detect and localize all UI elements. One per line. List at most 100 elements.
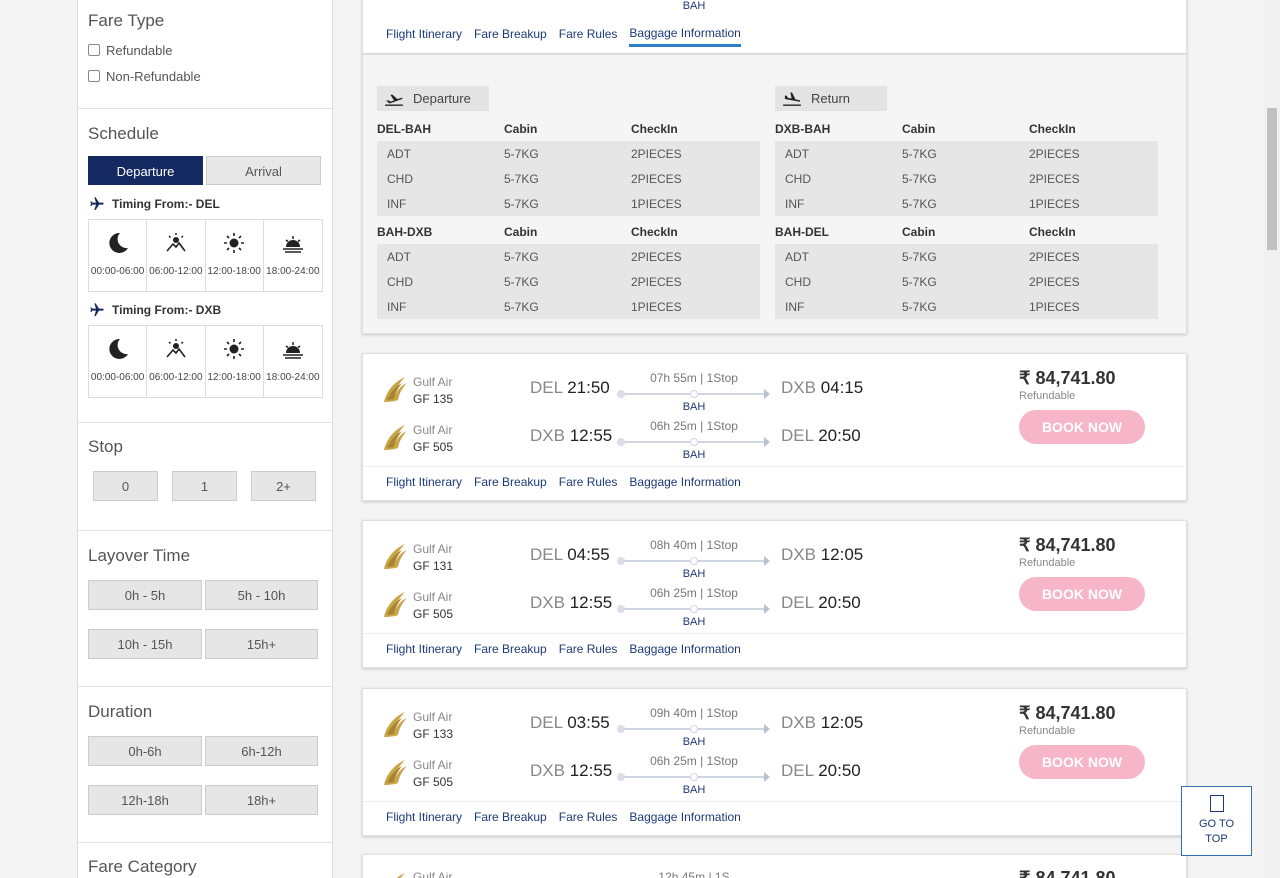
dep-code: DEL	[530, 545, 563, 564]
go-to-top-button[interactable]: GO TO TOP	[1181, 786, 1252, 856]
slot-morning[interactable]: 06:00-12:00	[147, 326, 206, 397]
result-card: Gulf Air GF 135 DEL 21:50 07h 55m | 1Sto…	[362, 353, 1187, 501]
tab-baggage-information[interactable]: Baggage Information	[629, 26, 741, 47]
arr-code: DXB	[781, 713, 816, 732]
arrival: DXB 12:05	[781, 713, 863, 733]
layover-5-10-button[interactable]: 5h - 10h	[205, 580, 318, 610]
duration-18plus-button[interactable]: 18h+	[205, 785, 318, 815]
dep-code: DXB	[530, 761, 565, 780]
moon-icon	[108, 338, 128, 359]
tab-baggage-information[interactable]: Baggage Information	[629, 475, 740, 493]
checkbox-box[interactable]	[88, 44, 100, 56]
tab-arrival[interactable]: Arrival	[206, 156, 321, 185]
cabin-value: 5-7KG	[902, 171, 937, 186]
slot-evening[interactable]: 18:00-24:00	[264, 220, 322, 291]
departure-header: Departure	[377, 86, 489, 111]
duration-stops: 06h 25m | 1Stop	[650, 754, 738, 768]
tab-fare-breakup[interactable]: Fare Breakup	[474, 27, 547, 45]
scrollbar-thumb[interactable]	[1267, 108, 1277, 250]
airline-name: Gulf Air	[413, 375, 453, 389]
cabin-value: 5-7KG	[504, 249, 539, 264]
tab-fare-rules[interactable]: Fare Rules	[559, 642, 618, 660]
tab-fare-rules[interactable]: Fare Rules	[559, 475, 618, 493]
duration-stops: 06h 25m | 1Stop	[650, 586, 738, 600]
checkin-value: 1PIECES	[631, 196, 682, 211]
timing-from-dxb: Timing From:- DXB	[88, 298, 322, 322]
sun-icon	[224, 233, 245, 253]
tab-baggage-information[interactable]: Baggage Information	[629, 810, 740, 828]
tab-fare-breakup[interactable]: Fare Breakup	[474, 642, 547, 660]
page-scrollbar[interactable]	[1264, 0, 1280, 878]
dep-time: 04:55	[567, 545, 610, 564]
stop-2plus-button[interactable]: 2+	[251, 471, 316, 501]
table-row: CHD 5-7KG 2PIECES	[377, 166, 760, 191]
departure: DEL 04:55	[530, 545, 610, 565]
book-now-button[interactable]: BOOK NOW	[1019, 745, 1145, 779]
arr-code: DXB	[781, 378, 816, 397]
duration-6-12-button[interactable]: 6h-12h	[205, 736, 318, 766]
stop-0-button[interactable]: 0	[93, 471, 158, 501]
go-to-top-label-1: GO TO	[1198, 818, 1235, 830]
checkin-value: 2PIECES	[1029, 249, 1080, 264]
checkin-value: 2PIECES	[1029, 171, 1080, 186]
checkbox-box[interactable]	[88, 70, 100, 82]
departure: DEL 03:55	[530, 713, 610, 733]
tab-fare-breakup[interactable]: Fare Breakup	[474, 475, 547, 493]
dep-time: 12:55	[569, 761, 613, 780]
gulf-air-logo-icon	[384, 544, 407, 569]
departure: DXB 12:55	[530, 426, 612, 446]
pax-type: CHD	[387, 171, 413, 186]
slot-afternoon[interactable]: 12:00-18:00	[206, 326, 264, 397]
airline-name: Gulf Air	[413, 870, 453, 878]
checkin-header: CheckIn	[1029, 225, 1076, 239]
moon-icon	[108, 232, 128, 253]
slot-afternoon[interactable]: 12:00-18:00	[206, 220, 264, 291]
slot-night[interactable]: 00:00-06:00	[89, 220, 148, 291]
arr-code: DEL	[781, 761, 814, 780]
baggage-return: Return DXB-BAH Cabin CheckIn ADT 5-7KG 2PIEC…	[775, 86, 1158, 319]
timing-grid-dxb: 00:00-06:00 06:00-12:00 12:00-18:00 18:0…	[88, 325, 323, 398]
airline-name: Gulf Air	[413, 590, 453, 604]
duration-stops: 06h 25m | 1Stop	[650, 419, 738, 433]
flight-number: GF 135	[413, 392, 454, 406]
cabin-value: 5-7KG	[504, 196, 539, 211]
route-line	[617, 772, 770, 782]
slot-night[interactable]: 00:00-06:00	[89, 326, 148, 397]
tab-flight-itinerary[interactable]: Flight Itinerary	[386, 642, 462, 660]
arrival: DEL 20:50	[781, 426, 861, 446]
non-refundable-checkbox[interactable]: Non-Refundable	[88, 63, 322, 89]
tab-flight-itinerary[interactable]: Flight Itinerary	[386, 27, 462, 45]
duration-0-6-button[interactable]: 0h-6h	[88, 736, 202, 766]
refund-status: Refundable	[1019, 390, 1076, 402]
gulf-air-logo-icon	[384, 712, 407, 737]
slot-evening[interactable]: 18:00-24:00	[264, 326, 322, 397]
book-now-button[interactable]: BOOK NOW	[1019, 410, 1145, 444]
slot-label: 06:00-12:00	[149, 266, 203, 277]
slot-morning[interactable]: 06:00-12:00	[147, 220, 206, 291]
departure-label: Departure	[413, 91, 471, 106]
tab-fare-rules[interactable]: Fare Rules	[559, 810, 618, 828]
tab-departure[interactable]: Departure	[88, 156, 203, 185]
arr-time: 12:05	[820, 545, 864, 564]
stop-1-button[interactable]: 1	[172, 471, 237, 501]
arr-time: 20:50	[818, 761, 861, 780]
layover-0-5-button[interactable]: 0h - 5h	[88, 580, 202, 610]
cabin-value: 5-7KG	[902, 274, 937, 289]
book-now-button[interactable]: BOOK NOW	[1019, 577, 1145, 611]
refundable-checkbox[interactable]: Refundable	[88, 37, 322, 63]
arr-code: DXB	[781, 545, 816, 564]
layover-10-15-button[interactable]: 10h - 15h	[88, 629, 202, 659]
tab-baggage-information[interactable]: Baggage Information	[629, 642, 740, 660]
airline-name: Gulf Air	[413, 423, 453, 437]
tab-flight-itinerary[interactable]: Flight Itinerary	[386, 475, 462, 493]
tab-fare-breakup[interactable]: Fare Breakup	[474, 810, 547, 828]
tab-flight-itinerary[interactable]: Flight Itinerary	[386, 810, 462, 828]
arr-code: DEL	[781, 593, 814, 612]
slot-label: 00:00-06:00	[90, 372, 145, 383]
refund-status: Refundable	[1019, 557, 1076, 569]
slot-label: 06:00-12:00	[149, 372, 203, 383]
layover-15plus-button[interactable]: 15h+	[205, 629, 318, 659]
tab-fare-rules[interactable]: Fare Rules	[559, 27, 618, 45]
duration-12-18-button[interactable]: 12h-18h	[88, 785, 202, 815]
via-stop: BAH	[682, 784, 706, 796]
